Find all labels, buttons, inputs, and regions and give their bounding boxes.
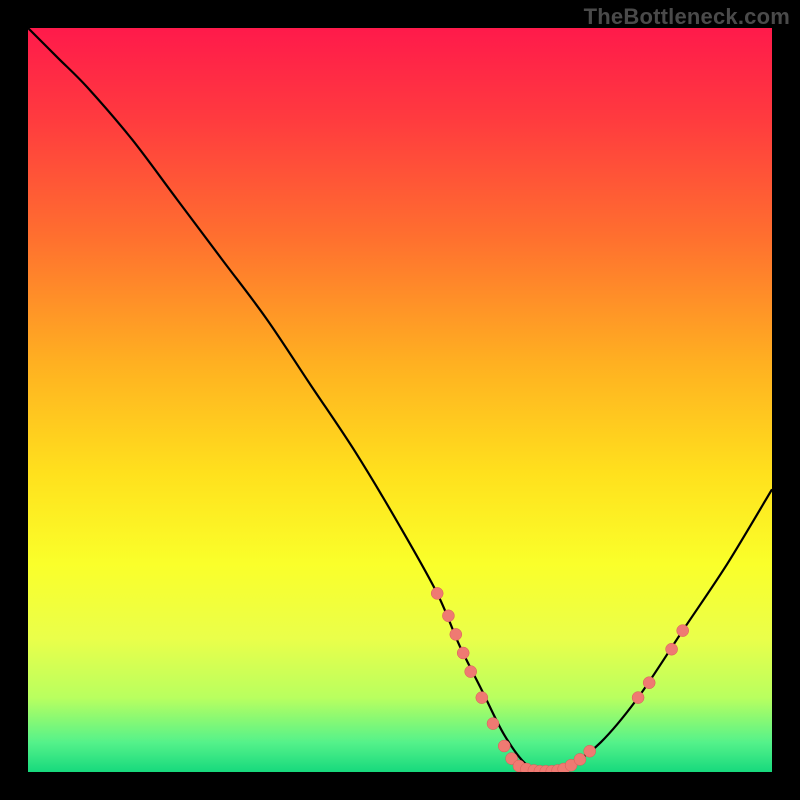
chart-marker: [450, 628, 462, 640]
chart-marker: [677, 625, 689, 637]
chart-svg: [28, 28, 772, 772]
chart-marker: [666, 643, 678, 655]
chart-marker: [465, 666, 477, 678]
chart-marker: [498, 740, 510, 752]
curve-chart: [28, 28, 772, 772]
chart-marker: [643, 677, 655, 689]
chart-marker: [574, 753, 586, 765]
chart-marker: [632, 692, 644, 704]
chart-marker: [584, 745, 596, 757]
chart-marker: [442, 610, 454, 622]
chart-background: [28, 28, 772, 772]
chart-marker: [457, 647, 469, 659]
chart-marker: [431, 587, 443, 599]
watermark-text: TheBottleneck.com: [584, 4, 790, 30]
chart-marker: [487, 718, 499, 730]
chart-marker: [476, 692, 488, 704]
